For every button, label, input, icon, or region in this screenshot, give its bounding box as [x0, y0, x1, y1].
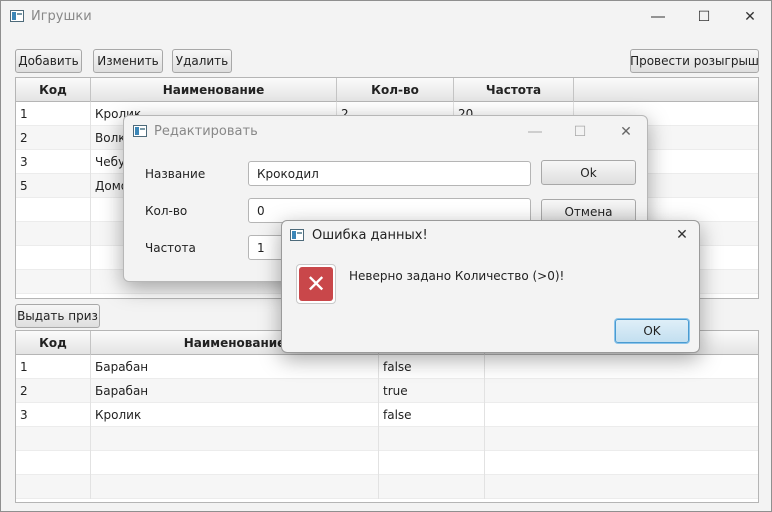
frequency-label: Частота — [145, 241, 196, 255]
cell-name: Кролик — [91, 403, 379, 427]
error-dialog: Ошибка данных! ✕ ✕ Неверно задано Количе… — [281, 220, 700, 353]
empty-row — [16, 427, 758, 451]
column-header-name[interactable]: Наименование — [91, 78, 337, 102]
error-dialog-titlebar: Ошибка данных! ✕ — [282, 221, 699, 253]
edit-button[interactable]: Изменить — [93, 49, 163, 73]
cell-code: 3 — [16, 403, 91, 427]
table-row[interactable]: 1 Барабан false — [16, 355, 758, 379]
column-header-code[interactable]: Код — [16, 331, 91, 355]
add-button[interactable]: Добавить — [15, 49, 82, 73]
cell-status: false — [379, 403, 485, 427]
column-header-code[interactable]: Код — [16, 78, 91, 102]
cell-status: true — [379, 379, 485, 403]
column-header-filler — [574, 78, 758, 102]
edit-dialog-titlebar: Редактировать ― ☐ ✕ — [124, 116, 647, 148]
cell-name: Барабан — [91, 379, 379, 403]
column-header-frequency[interactable]: Частота — [454, 78, 574, 102]
delete-button[interactable]: Удалить — [172, 49, 232, 73]
empty-row — [16, 475, 758, 499]
table-row[interactable]: 2 Барабан true — [16, 379, 758, 403]
cell-code: 1 — [16, 102, 91, 126]
cell-code: 1 — [16, 355, 91, 379]
table-row[interactable]: 3 Кролик false — [16, 403, 758, 427]
app-icon — [133, 125, 147, 137]
cell-name: Барабан — [91, 355, 379, 379]
main-titlebar: Игрушки ― ☐ ✕ — [1, 1, 771, 33]
error-icon: ✕ — [296, 264, 336, 304]
error-ok-button[interactable]: OK — [615, 319, 689, 343]
cell-code: 2 — [16, 379, 91, 403]
name-field[interactable]: Крокодил — [248, 161, 531, 186]
maximize-icon[interactable]: ☐ — [557, 116, 603, 148]
error-dialog-title: Ошибка данных! — [312, 228, 428, 243]
cell-status: false — [379, 355, 485, 379]
minimize-icon[interactable]: ― — [635, 1, 681, 33]
maximize-icon[interactable]: ☐ — [681, 1, 727, 33]
prizes-table[interactable]: Код Наименование 1 Барабан false 2 Бараб… — [15, 330, 759, 503]
draw-button[interactable]: Провести розыгрыш — [630, 49, 759, 73]
close-icon[interactable]: ✕ — [603, 116, 647, 148]
error-message: Неверно задано Количество (>0)! — [349, 269, 565, 283]
edit-dialog-title: Редактировать — [154, 124, 258, 139]
main-window-title: Игрушки — [31, 9, 92, 24]
app-icon — [290, 229, 304, 241]
minimize-icon[interactable]: ― — [512, 116, 558, 148]
name-label: Название — [145, 167, 206, 181]
cell-code: 2 — [16, 126, 91, 150]
cell-code: 3 — [16, 150, 91, 174]
give-prize-button[interactable]: Выдать приз — [15, 304, 100, 328]
app-icon — [10, 10, 24, 22]
column-header-quantity[interactable]: Кол-во — [337, 78, 454, 102]
empty-row — [16, 451, 758, 475]
cell-code: 5 — [16, 174, 91, 198]
close-icon[interactable]: ✕ — [662, 221, 699, 249]
quantity-label: Кол-во — [145, 204, 188, 218]
toys-table-header: Код Наименование Кол-во Частота — [16, 78, 758, 102]
ok-button[interactable]: Ok — [541, 160, 636, 185]
close-icon[interactable]: ✕ — [727, 1, 772, 33]
